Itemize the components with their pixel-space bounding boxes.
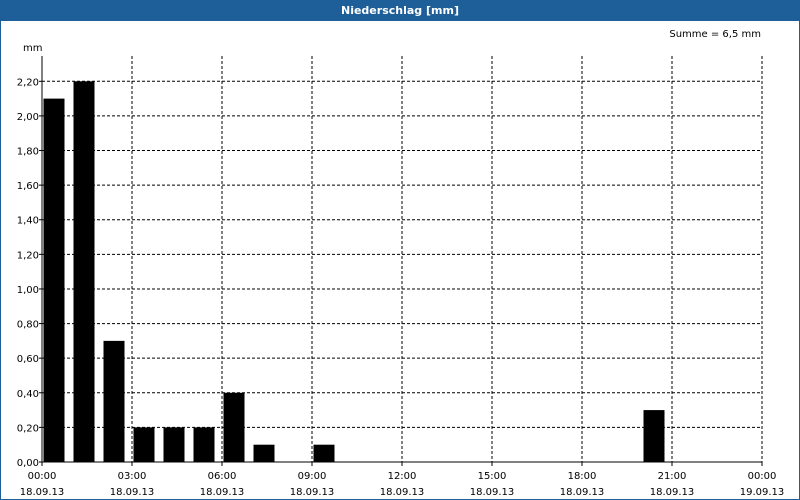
precip-bar	[223, 392, 245, 462]
precip-bar	[643, 410, 665, 462]
sum-label: Summe = 6,5 mm	[669, 29, 761, 40]
grid-lines	[42, 56, 763, 462]
x-tick-time: 12:00	[388, 471, 417, 482]
y-tick-label: 2,00	[17, 112, 39, 123]
x-tick-labels: 00:00 18.09.13 03:00 18.09.13 06:00 18.09.13 0…	[20, 471, 785, 498]
precip-bar	[313, 444, 335, 462]
x-tick-date: 18.09.13	[650, 487, 695, 498]
precip-bar	[73, 81, 95, 462]
y-tick-label: 0,40	[17, 389, 39, 400]
x-tick-time: 00:00	[748, 471, 777, 482]
x-tick-time: 00:00	[28, 471, 57, 482]
x-tick-date: 18.09.13	[110, 487, 155, 498]
precip-bar	[163, 427, 185, 462]
y-tick-label: 0,60	[17, 354, 39, 365]
window-title: Niederschlag [mm]	[1, 1, 799, 21]
precip-bar	[133, 427, 155, 462]
x-tick-date: 18.09.13	[20, 487, 65, 498]
precipitation-chart: mm Summe = 6,5 mm 0,00 0,20 0,40 0,60 0,80 1,…	[17, 29, 785, 498]
x-tick-date: 18.09.13	[470, 487, 515, 498]
x-tick-time: 18:00	[568, 471, 597, 482]
precip-bar	[103, 340, 125, 462]
chart-window: Niederschlag [mm] mm Summe = 6,5 mm 0,00…	[0, 0, 800, 500]
axes	[39, 56, 763, 466]
x-tick-date: 18.09.13	[200, 487, 245, 498]
y-tick-label: 1,00	[17, 285, 39, 296]
x-tick-date: 18.09.13	[560, 487, 605, 498]
y-tick-label: 1,80	[17, 147, 39, 158]
precip-bar	[43, 98, 65, 462]
y-tick-label: 0,00	[17, 458, 39, 469]
y-tick-label: 1,60	[17, 181, 39, 192]
bars	[43, 81, 665, 462]
x-tick-time: 06:00	[208, 471, 237, 482]
x-tick-date: 19.09.13	[740, 487, 785, 498]
y-axis-unit: mm	[23, 43, 42, 54]
x-tick-time: 21:00	[658, 471, 687, 482]
y-tick-label: 2,20	[17, 77, 39, 88]
x-tick-date: 18.09.13	[290, 487, 335, 498]
y-tick-labels: 0,00 0,20 0,40 0,60 0,80 1,00 1,20 1,40 1,60 1,80…	[17, 77, 39, 469]
x-tick-date: 18.09.13	[380, 487, 425, 498]
y-tick-label: 1,40	[17, 216, 39, 227]
precip-bar	[253, 444, 275, 462]
x-tick-time: 09:00	[298, 471, 327, 482]
y-tick-label: 1,20	[17, 250, 39, 261]
x-tick-time: 03:00	[118, 471, 147, 482]
y-tick-label: 0,20	[17, 423, 39, 434]
y-tick-label: 0,80	[17, 320, 39, 331]
precip-bar	[193, 427, 215, 462]
x-tick-time: 15:00	[478, 471, 507, 482]
